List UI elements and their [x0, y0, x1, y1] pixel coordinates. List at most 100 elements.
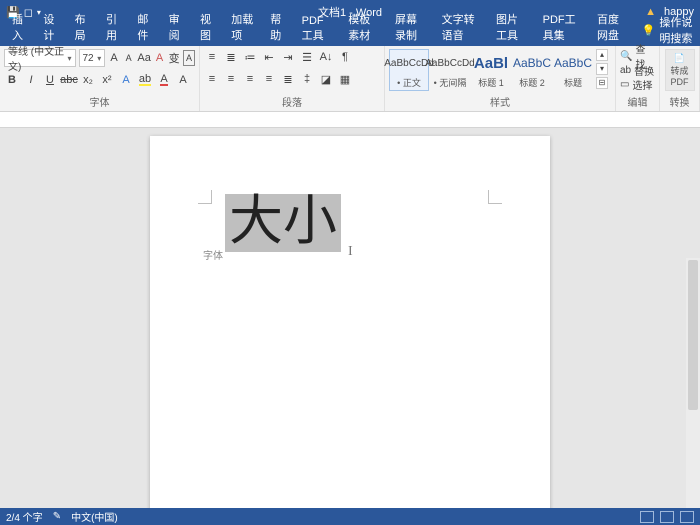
style-preview: AaBl	[474, 51, 508, 75]
style-label: • 正文	[397, 76, 421, 89]
find-button[interactable]: 🔍查找	[620, 49, 655, 63]
font-size-select[interactable]: 72▾	[79, 49, 106, 67]
convert-group: 📄 转成 PDF 转换	[660, 46, 700, 111]
numbering-button[interactable]: ≣	[223, 49, 239, 65]
window-title: 文档1 - Word	[318, 4, 382, 20]
multilevel-button[interactable]: ≔	[242, 49, 258, 65]
font-group: 等线 (中文正文)▾ 72▾ A A Aa A 变 A B I U abc x₂…	[0, 46, 200, 111]
page[interactable]: 字体 大小 I	[150, 136, 550, 508]
char-shading-button[interactable]: A	[175, 72, 191, 88]
font-group-label: 字体	[4, 93, 195, 110]
style-preview: AaBbC	[554, 51, 592, 75]
chevron-down-icon: ▾	[97, 54, 101, 63]
text-cursor: I	[348, 244, 353, 260]
paragraph-group: ≡ ≣ ≔ ⇤ ⇥ ☰ A↓ ¶ ≡ ≡ ≡ ≡ ≣ ‡ ◪ ▦ 段落	[200, 46, 385, 111]
change-case-button[interactable]: Aa	[137, 50, 150, 66]
highlight-button[interactable]: ab	[137, 72, 153, 88]
replace-button[interactable]: ab替换	[620, 63, 655, 77]
tab-layout[interactable]: 布局	[67, 8, 98, 46]
font-size-value: 72	[83, 53, 94, 64]
print-layout-button[interactable]	[660, 511, 674, 523]
align-center-button[interactable]: ≡	[223, 71, 239, 87]
select-icon: ▭	[620, 79, 629, 90]
font-color-button[interactable]: A	[156, 72, 172, 88]
tab-tts[interactable]: 文字转语音	[434, 8, 488, 46]
phonetic-guide-button[interactable]: 变	[168, 50, 180, 66]
style-label: 标题	[564, 76, 582, 89]
tab-screen-record[interactable]: 屏幕录制	[387, 8, 434, 46]
style-preview: AaBbCcDd	[425, 51, 474, 75]
shading-button[interactable]: ◪	[318, 71, 334, 87]
tab-pdf-toolset[interactable]: PDF工具集	[535, 8, 589, 46]
tab-picture-tools[interactable]: 图片工具	[488, 8, 535, 46]
styles-scroll[interactable]: ▴	[596, 49, 608, 61]
align-right-button[interactable]: ≡	[242, 71, 258, 87]
tab-baidu[interactable]: 百度网盘	[589, 8, 636, 46]
show-marks-button[interactable]: ¶	[337, 49, 353, 65]
language-status[interactable]: 中文(中国)	[71, 509, 118, 524]
subscript-button[interactable]: x₂	[80, 72, 96, 88]
scrollbar-thumb[interactable]	[688, 260, 698, 410]
lightbulb-icon: 💡	[642, 24, 656, 37]
char-border-button[interactable]: A	[183, 50, 195, 66]
tab-design[interactable]: 设计	[35, 8, 66, 46]
align-justify-button[interactable]: ≡	[261, 71, 277, 87]
page-count[interactable]: 2/4 个字	[6, 509, 43, 524]
replace-icon: ab	[620, 65, 631, 76]
ribbon: 等线 (中文正文)▾ 72▾ A A Aa A 变 A B I U abc x₂…	[0, 46, 700, 112]
status-bar: 2/4 个字 ✎ 中文(中国)	[0, 508, 700, 525]
web-layout-button[interactable]	[680, 511, 694, 523]
styles-group: AaBbCcDd• 正文AaBbCcDd• 无间隔AaBl标题 1AaBbC标题…	[385, 46, 616, 111]
distribute-button[interactable]: ≣	[280, 71, 296, 87]
sort-button[interactable]: A↓	[318, 49, 334, 65]
style-card[interactable]: AaBl标题 1	[471, 49, 511, 91]
font-name-value: 等线 (中文正文)	[8, 43, 67, 73]
tab-mailings[interactable]: 邮件	[129, 8, 160, 46]
style-card[interactable]: AaBbC标题 2	[512, 49, 552, 91]
underline-button[interactable]: U	[42, 72, 58, 88]
superscript-button[interactable]: x²	[99, 72, 115, 88]
tab-help[interactable]: 帮助	[262, 8, 293, 46]
line-spacing-button[interactable]: ‡	[299, 71, 315, 87]
ruler[interactable]	[0, 112, 700, 128]
style-label: 标题 1	[478, 76, 504, 89]
tab-review[interactable]: 审阅	[161, 8, 192, 46]
bullets-button[interactable]: ≡	[204, 49, 220, 65]
read-mode-button[interactable]	[640, 511, 654, 523]
proofing-icon[interactable]: ✎	[53, 511, 61, 522]
strikethrough-button[interactable]: abc	[61, 72, 77, 88]
tab-references[interactable]: 引用	[98, 8, 129, 46]
tab-addins[interactable]: 加载项	[223, 8, 262, 46]
pdf-icon: 📄	[674, 53, 685, 64]
selected-text[interactable]: 大小	[225, 194, 341, 252]
vertical-scrollbar[interactable]	[686, 258, 700, 508]
align-left-button[interactable]: ≡	[204, 71, 220, 87]
bold-button[interactable]: B	[4, 72, 20, 88]
style-card[interactable]: AaBbCcDd• 无间隔	[430, 49, 470, 91]
styles-group-label: 样式	[389, 93, 611, 110]
asian-layout-button[interactable]: ☰	[299, 49, 315, 65]
margin-corner-tr	[488, 190, 502, 204]
style-card[interactable]: AaBbC标题	[553, 49, 593, 91]
shrink-font-button[interactable]: A	[123, 50, 135, 66]
decrease-indent-button[interactable]: ⇤	[261, 49, 277, 65]
tab-view[interactable]: 视图	[192, 8, 223, 46]
styles-scroll[interactable]: ▾	[596, 63, 608, 75]
selection-hint: 字体	[203, 247, 223, 262]
document-area: 字体 大小 I	[0, 128, 700, 508]
grow-font-button[interactable]: A	[108, 50, 120, 66]
clear-format-button[interactable]: A	[154, 50, 166, 66]
chevron-down-icon: ▾	[67, 54, 71, 63]
text-effects-button[interactable]: A	[118, 72, 134, 88]
italic-button[interactable]: I	[23, 72, 39, 88]
styles-scroll[interactable]: ⊟	[596, 77, 608, 89]
tab-insert[interactable]: 插入	[4, 8, 35, 46]
style-card[interactable]: AaBbCcDd• 正文	[389, 49, 429, 91]
increase-indent-button[interactable]: ⇥	[280, 49, 296, 65]
font-name-select[interactable]: 等线 (中文正文)▾	[4, 49, 76, 67]
select-button[interactable]: ▭选择	[620, 77, 655, 91]
convert-pdf-button[interactable]: 📄 转成 PDF	[665, 49, 695, 91]
borders-button[interactable]: ▦	[337, 71, 353, 87]
margin-corner-tl	[198, 190, 212, 204]
style-label: • 无间隔	[434, 76, 467, 89]
